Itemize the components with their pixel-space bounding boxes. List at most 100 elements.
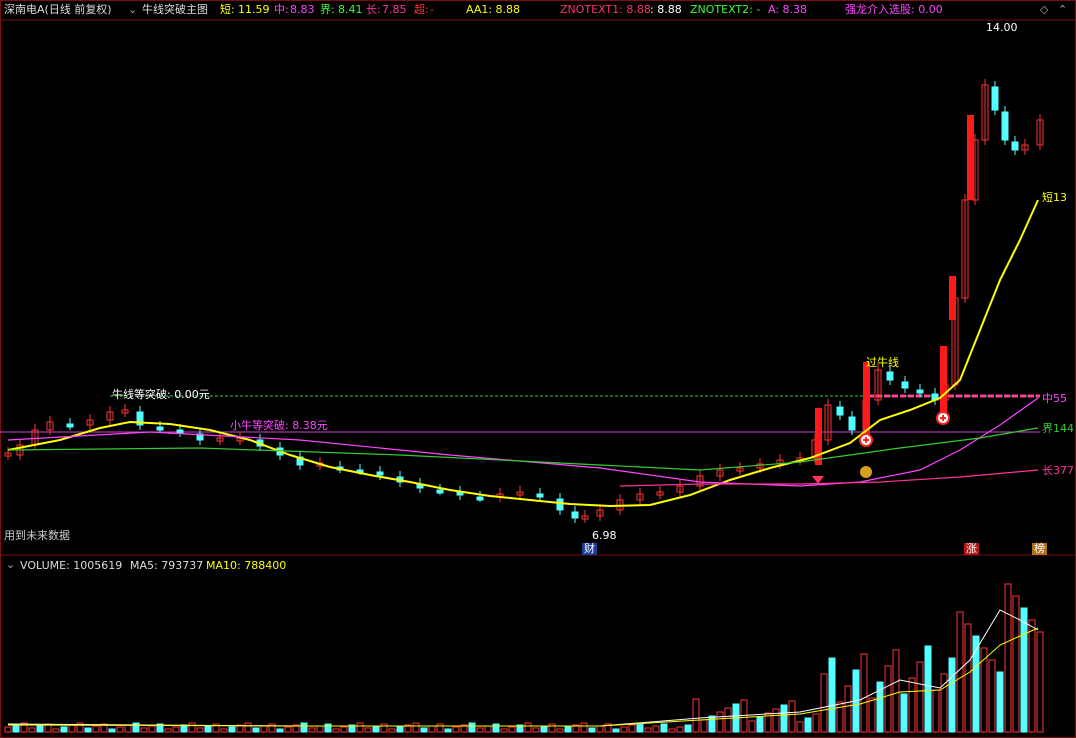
volume-bar (532, 727, 540, 733)
volume-bar (756, 716, 764, 733)
volume-bar (68, 724, 76, 733)
volume-bar (204, 725, 212, 733)
volume-bar (148, 725, 156, 733)
short-label: 短: (220, 3, 235, 16)
volume-bar (684, 724, 692, 733)
volume-bar (660, 723, 668, 733)
diamond-icon[interactable]: ◇ (1040, 4, 1048, 16)
volume-bar (316, 725, 324, 733)
volume-bar (140, 727, 148, 733)
volume-bar (740, 699, 748, 733)
volume-bar (436, 723, 444, 733)
volume-bar (716, 711, 724, 733)
volume-bar (252, 727, 260, 733)
volume-bar (812, 713, 820, 733)
limit-up-candle (940, 346, 947, 412)
small-bull-break-label: 小牛等突破: 8.38元 (230, 419, 328, 432)
limit-up-candle (949, 276, 956, 320)
volume-bar (116, 726, 124, 733)
candle-body (901, 381, 909, 389)
candle-body (836, 406, 844, 416)
gem-icon (812, 476, 824, 484)
volume-bar (12, 724, 20, 733)
mid-label: 中: (274, 3, 289, 16)
chevron-down-icon[interactable]: ⌄ (128, 4, 137, 16)
volume-bar (28, 727, 36, 733)
chart-frame (0, 0, 1076, 738)
kline-chart[interactable] (0, 0, 1076, 738)
volume-bar (892, 649, 900, 733)
candle-body (156, 426, 164, 431)
limit-up-tag[interactable]: 涨 (964, 543, 979, 555)
indicator-name[interactable]: 牛线突破主图 (142, 4, 208, 16)
volume-bar (956, 611, 964, 733)
bound-ma-line (7, 427, 1039, 471)
finance-tag[interactable]: 财 (582, 543, 597, 555)
volume-bar (908, 677, 916, 733)
volume-bar (620, 726, 628, 733)
volume-bar (748, 720, 756, 733)
chevron-down-icon[interactable]: ⌄ (6, 558, 15, 571)
candle-body (476, 496, 484, 501)
volume-bar (652, 725, 660, 733)
znotext2-value: ZNOTEXT2: - (690, 3, 761, 16)
volume-bar (388, 728, 396, 733)
volume-ma10: MA10: 788400 (206, 559, 287, 572)
volume-bar (588, 727, 596, 733)
volume-bar (988, 659, 996, 733)
volume-bar (332, 728, 340, 733)
candle-body (1001, 111, 1009, 141)
volume-bar (724, 707, 732, 733)
volume-bar (596, 725, 604, 733)
candle-body (991, 86, 999, 111)
candle-body (176, 429, 184, 434)
volume-bar (996, 671, 1004, 733)
volume-bar (644, 727, 652, 733)
volume-bar (428, 725, 436, 733)
future-data-note: 用到未来数据 (4, 529, 70, 542)
ranking-tag[interactable]: 榜 (1032, 543, 1047, 555)
volume-bar (980, 647, 988, 733)
volume-bar (492, 723, 500, 733)
candle-body (436, 489, 444, 494)
long-ma-tag: 长377 (1042, 464, 1074, 477)
volume-bar (500, 728, 508, 733)
stock-title[interactable]: 深南电A(日线 前复权) (4, 4, 112, 16)
volume-bar (380, 723, 388, 733)
money-bag-icon (860, 466, 872, 478)
candle-body (886, 371, 894, 381)
volume-bar (356, 722, 364, 733)
volume-value: VOLUME: 1005619 (20, 559, 123, 572)
volume-bar (196, 727, 204, 733)
volume-bar (60, 726, 68, 733)
high-price-label: 14.00 (986, 21, 1018, 34)
volume-bar (220, 728, 228, 733)
volume-bar (268, 723, 276, 733)
volume-bar (676, 726, 684, 733)
candle-body (916, 389, 924, 394)
candle-body (536, 493, 544, 498)
volume-bar (396, 726, 404, 733)
volume-bar (508, 726, 516, 733)
volume-bar (92, 725, 100, 733)
chevron-up-icon[interactable]: ⌃ (1058, 4, 1067, 16)
volume-bar (4, 726, 12, 733)
aa1-value: AA1: 8.88 (466, 3, 521, 16)
mid-value: 8.83 (290, 3, 315, 16)
candle-body (848, 416, 856, 431)
candle-body (1011, 141, 1019, 151)
volume-bar (52, 728, 60, 733)
volume-bar (300, 722, 308, 733)
volume-bar (828, 657, 836, 733)
volume-bar (844, 685, 852, 733)
volume-bar (1036, 631, 1044, 733)
volume-bar (916, 661, 924, 733)
candle-body (66, 423, 74, 428)
volume-bar (668, 728, 676, 733)
short-ma-tag: 短13 (1042, 191, 1067, 204)
bound-value: 8.41 (338, 3, 363, 16)
volume-bar (172, 726, 180, 733)
a-value: A: 8.38 (768, 3, 808, 16)
candle-body (376, 471, 384, 476)
low-price-label: 6.98 (592, 529, 617, 542)
